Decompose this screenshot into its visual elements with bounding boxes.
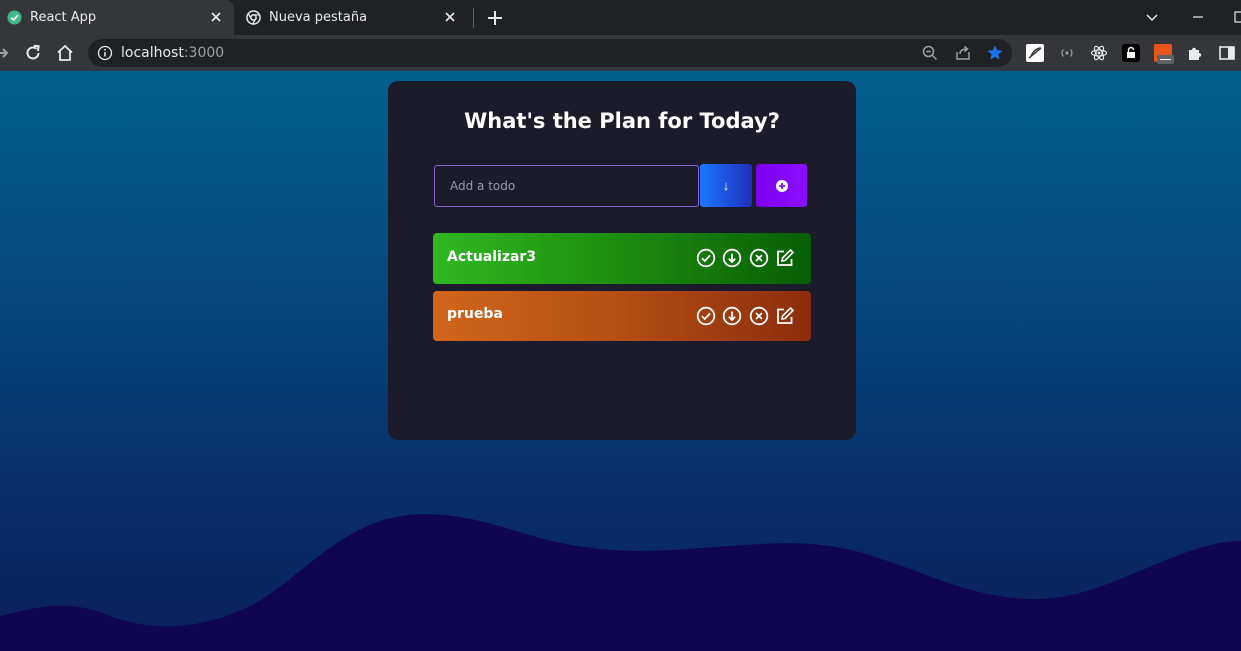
- delete-x-circle-icon[interactable]: [749, 306, 769, 326]
- sort-down-button[interactable]: ↓: [700, 164, 752, 207]
- add-todo-input[interactable]: [434, 165, 699, 207]
- reload-icon[interactable]: [23, 43, 43, 63]
- info-icon[interactable]: [97, 45, 113, 61]
- edit-icon[interactable]: [775, 248, 795, 268]
- address-bar[interactable]: localhost:3000: [88, 39, 1012, 67]
- side-panel-icon[interactable]: [1218, 44, 1236, 62]
- edit-icon[interactable]: [775, 306, 795, 326]
- tab-strip: React App Nueva pestaña: [0, 0, 1241, 35]
- forward-arrow-icon[interactable]: [0, 43, 12, 63]
- extension-lock-icon[interactable]: [1122, 44, 1140, 62]
- arrow-down-circle-icon[interactable]: [722, 306, 742, 326]
- browser-toolbar: localhost:3000: [0, 35, 1241, 71]
- maximize-icon[interactable]: [1233, 8, 1241, 26]
- home-icon[interactable]: [55, 43, 75, 63]
- page-title: What's the Plan for Today?: [464, 109, 780, 133]
- close-icon[interactable]: [442, 9, 458, 25]
- extension-toggle-off-icon[interactable]: [1154, 44, 1174, 64]
- zoom-out-icon[interactable]: [921, 44, 939, 62]
- page-viewport: What's the Plan for Today? ↓ Actualizar3: [0, 71, 1241, 651]
- tab-title: React App: [30, 10, 97, 25]
- extensions-puzzle-icon[interactable]: [1186, 44, 1204, 62]
- tab-react-app[interactable]: React App: [0, 0, 234, 35]
- react-devtools-icon[interactable]: [1090, 44, 1108, 62]
- url-text: localhost:3000: [121, 45, 225, 61]
- bookmark-star-icon[interactable]: [986, 44, 1004, 62]
- minimize-icon[interactable]: [1189, 8, 1207, 26]
- todo-item[interactable]: prueba: [433, 291, 811, 341]
- extension-feather-icon[interactable]: [1026, 44, 1044, 62]
- tab-search-chevron-down-icon[interactable]: [1143, 8, 1161, 26]
- tab-title: Nueva pestaña: [269, 10, 368, 25]
- todo-text: prueba: [447, 306, 503, 322]
- new-tab-icon[interactable]: [485, 8, 505, 28]
- react-app-favicon-icon: [7, 10, 22, 25]
- add-todo-button[interactable]: [756, 164, 807, 207]
- chrome-icon: [246, 10, 261, 25]
- complete-check-icon[interactable]: [696, 306, 716, 326]
- arrow-down-circle-icon[interactable]: [722, 248, 742, 268]
- share-icon[interactable]: [954, 44, 972, 62]
- tab-separator: [473, 8, 474, 28]
- todo-card: What's the Plan for Today? ↓ Actualizar3: [388, 81, 856, 440]
- todo-text: Actualizar3: [447, 249, 537, 265]
- extension-broadcast-icon[interactable]: [1058, 44, 1076, 62]
- delete-x-circle-icon[interactable]: [749, 248, 769, 268]
- close-icon[interactable]: [208, 9, 224, 25]
- complete-check-icon[interactable]: [696, 248, 716, 268]
- todo-item[interactable]: Actualizar3: [433, 233, 811, 284]
- tab-nueva-pestana[interactable]: Nueva pestaña: [236, 0, 468, 35]
- plus-circle-icon: [775, 179, 788, 192]
